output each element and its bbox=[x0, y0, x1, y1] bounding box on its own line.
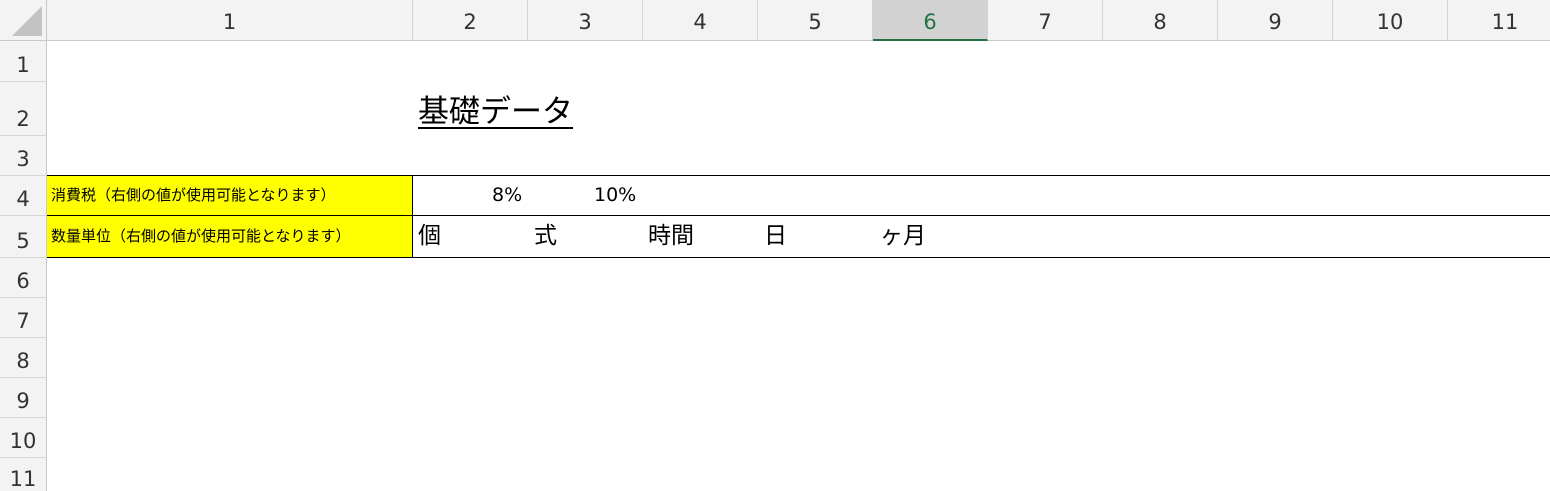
unit-value-cell[interactable]: 式 bbox=[534, 216, 557, 257]
row-header-label: 10 bbox=[9, 429, 37, 453]
column-header-10[interactable]: 10 bbox=[1333, 0, 1448, 41]
table-border-bottom bbox=[47, 257, 1550, 258]
row-header-label: 2 bbox=[16, 107, 30, 131]
row-header-label: 8 bbox=[16, 349, 30, 373]
sheet-title-cell[interactable]: 基礎データ bbox=[418, 86, 573, 131]
column-header-7[interactable]: 7 bbox=[988, 0, 1103, 41]
tax-label-cell[interactable]: 消費税（右側の値が使用可能となります） bbox=[47, 176, 413, 215]
column-header-9[interactable]: 9 bbox=[1218, 0, 1333, 41]
tax-value-cell[interactable]: 10% bbox=[594, 176, 636, 215]
row-header-label: 11 bbox=[9, 467, 37, 491]
column-header-11[interactable]: 11 bbox=[1448, 0, 1550, 41]
spreadsheet-sheet: 1 2 3 4 5 6 7 8 9 10 11 1 2 3 4 5 6 7 8 … bbox=[0, 0, 1550, 491]
row-header-label: 6 bbox=[16, 269, 30, 293]
unit-label-cell[interactable]: 数量単位（右側の値が使用可能となります） bbox=[47, 216, 413, 257]
column-header-5[interactable]: 5 bbox=[758, 0, 873, 41]
row-header-label: 7 bbox=[16, 309, 30, 333]
column-header-6[interactable]: 6 bbox=[873, 0, 988, 41]
unit-value-cell[interactable]: 日 bbox=[764, 216, 787, 257]
row-header-label: 5 bbox=[16, 229, 30, 253]
row-header-6[interactable]: 6 bbox=[0, 258, 47, 298]
row-header-9[interactable]: 9 bbox=[0, 378, 47, 418]
row-header-4[interactable]: 4 bbox=[0, 176, 47, 216]
column-header-2[interactable]: 2 bbox=[413, 0, 528, 41]
row-header-3[interactable]: 3 bbox=[0, 136, 47, 176]
select-all-corner[interactable] bbox=[0, 0, 47, 41]
column-header-8[interactable]: 8 bbox=[1103, 0, 1218, 41]
row-header-8[interactable]: 8 bbox=[0, 338, 47, 378]
row-header-label: 1 bbox=[16, 53, 30, 77]
column-header-1[interactable]: 1 bbox=[47, 0, 413, 41]
row-header-5[interactable]: 5 bbox=[0, 216, 47, 258]
row-header-1[interactable]: 1 bbox=[0, 41, 47, 82]
select-all-triangle-icon bbox=[12, 6, 42, 36]
row-header-label: 4 bbox=[16, 187, 30, 211]
row-header-label: 9 bbox=[16, 389, 30, 413]
row-header-11[interactable]: 11 bbox=[0, 458, 47, 491]
row-header-7[interactable]: 7 bbox=[0, 298, 47, 338]
tax-value-cell[interactable]: 8% bbox=[492, 176, 522, 215]
row-header-label: 3 bbox=[16, 147, 30, 171]
unit-value-cell[interactable]: ヶ月 bbox=[880, 216, 926, 257]
unit-value-cell[interactable]: 個 bbox=[418, 216, 441, 257]
row-header-10[interactable]: 10 bbox=[0, 418, 47, 458]
column-header-3[interactable]: 3 bbox=[528, 0, 643, 41]
column-header-4[interactable]: 4 bbox=[643, 0, 758, 41]
unit-value-cell[interactable]: 時間 bbox=[648, 216, 694, 257]
row-header-2[interactable]: 2 bbox=[0, 82, 47, 136]
